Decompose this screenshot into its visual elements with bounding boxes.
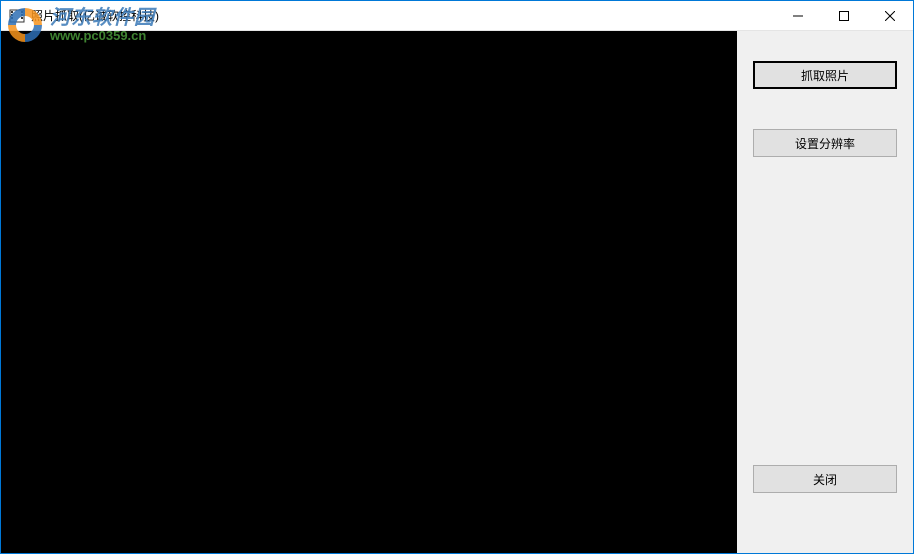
titlebar: 照片抓取(亿诚软控科技)	[1, 1, 913, 31]
maximize-button[interactable]	[821, 1, 867, 31]
camera-preview	[1, 31, 737, 553]
close-button[interactable]: 关闭	[753, 465, 897, 493]
titlebar-left: 照片抓取(亿诚软控科技)	[9, 7, 159, 24]
close-window-button[interactable]	[867, 1, 913, 31]
close-icon	[885, 11, 895, 21]
sidebar: 抓取照片 设置分辨率 关闭	[737, 31, 913, 553]
set-resolution-button[interactable]: 设置分辨率	[753, 129, 897, 157]
application-window: 照片抓取(亿诚软控科技) 抓取照片	[0, 0, 914, 554]
minimize-button[interactable]	[775, 1, 821, 31]
titlebar-controls	[775, 1, 913, 31]
capture-photo-button[interactable]: 抓取照片	[753, 61, 897, 89]
window-title: 照片抓取(亿诚软控科技)	[31, 7, 159, 24]
app-icon	[9, 8, 25, 24]
minimize-icon	[793, 11, 803, 21]
maximize-icon	[839, 11, 849, 21]
content-area: 抓取照片 设置分辨率 关闭	[1, 31, 913, 553]
